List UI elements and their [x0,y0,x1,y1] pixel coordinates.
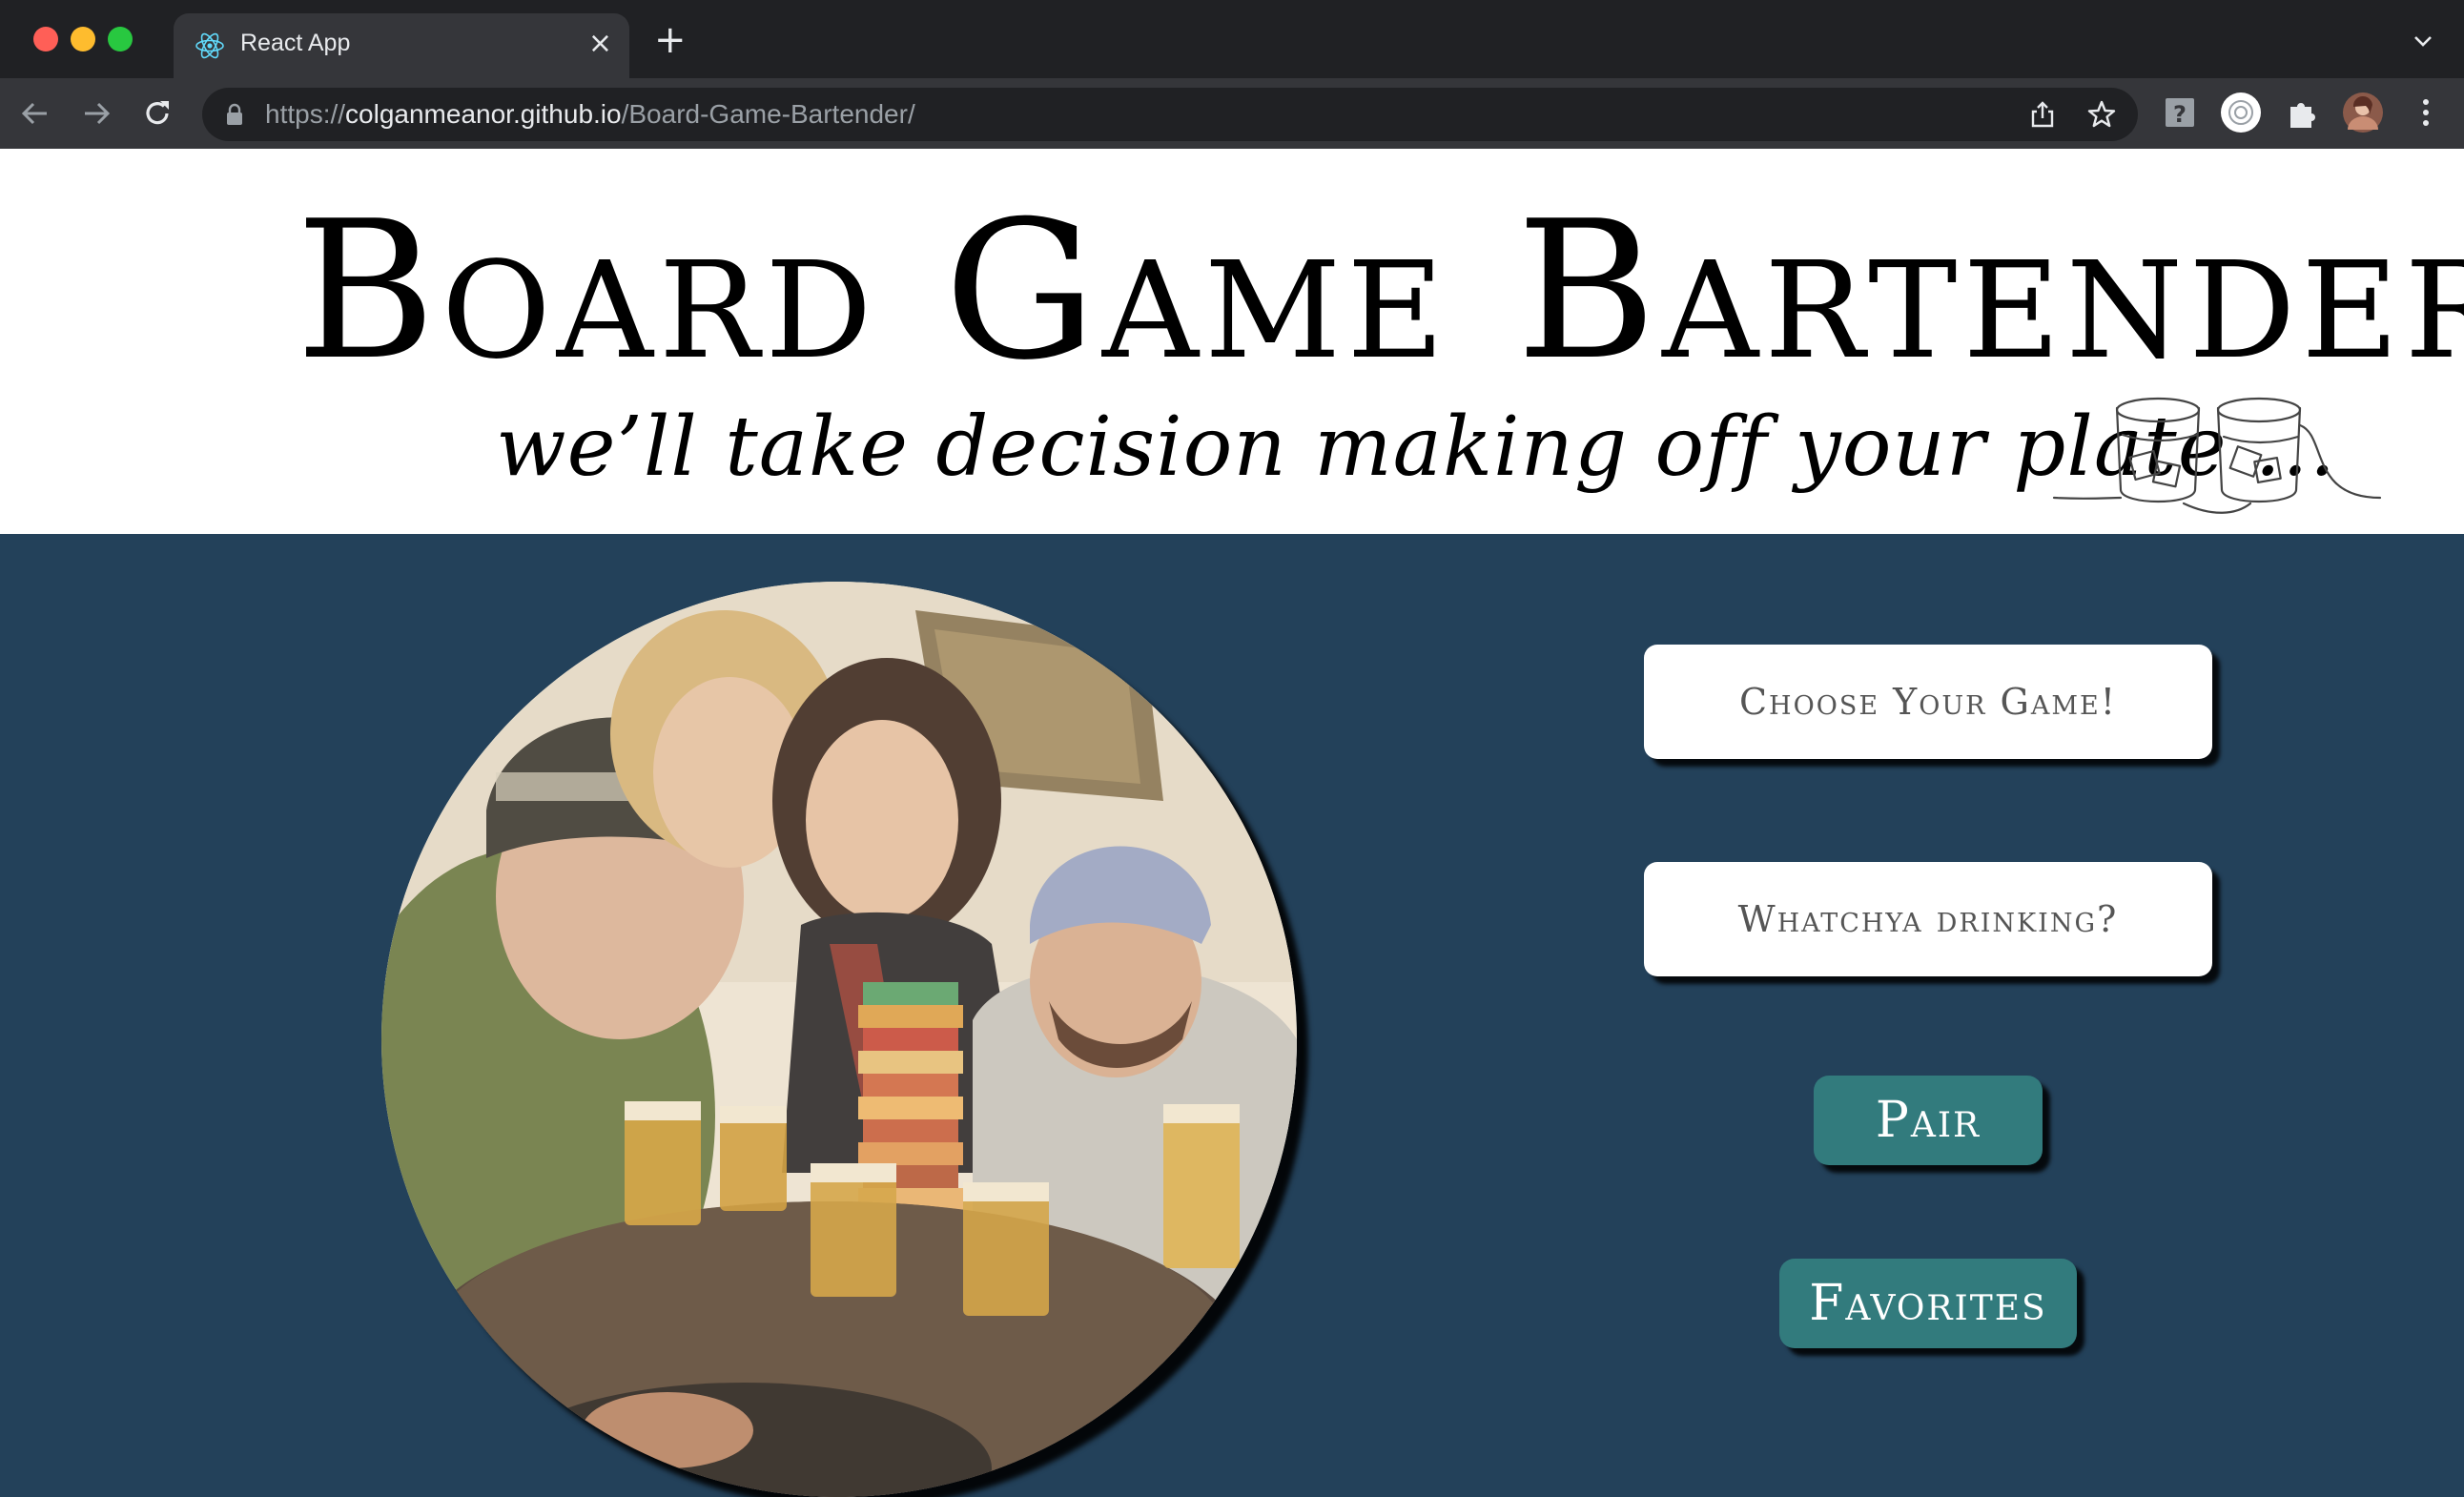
svg-text:?: ? [2173,101,2187,128]
new-tab-button[interactable]: + [654,21,687,59]
drink-select-dropdown[interactable]: Whatchya drinking? [1644,862,2212,976]
browser-toolbar: https://colganmeanor.github.io/Board-Gam… [0,78,2464,149]
url-host: colganmeanor.github.io [345,99,622,129]
game-select-dropdown[interactable]: Choose Your Game! [1644,645,2212,759]
friends-playing-jenga-image [381,582,1297,1497]
url-scheme: https:// [265,99,346,129]
whiskey-glasses-logo [2052,397,2382,514]
chevron-down-icon[interactable] [2411,29,2435,53]
browser-menu-icon[interactable] [2407,93,2445,132]
reload-icon[interactable] [139,95,175,132]
forward-arrow-icon[interactable] [78,95,114,132]
react-icon [195,32,224,59]
maximize-window-button[interactable] [108,27,133,51]
tab-title: React App [240,30,351,56]
page-header: Board Game Bartender we’ll take decision… [0,149,2464,534]
browser-tab[interactable]: React App × [174,13,629,78]
back-arrow-icon[interactable] [17,95,53,132]
bookmark-star-icon[interactable] [2086,99,2117,130]
help-extension-icon[interactable]: ? [2161,93,2199,132]
extension-circle-icon[interactable] [2220,92,2262,133]
address-bar[interactable]: https://colganmeanor.github.io/Board-Gam… [202,88,2138,141]
profile-avatar[interactable] [2342,92,2384,133]
tab-close-icon[interactable]: × [588,27,612,61]
main-content: Choose Your Game! Whatchya drinking? Pai… [0,534,2464,1497]
url-path: /Board-Game-Bartender/ [621,99,915,129]
browser-tab-bar: React App × + [0,0,2464,78]
close-window-button[interactable] [33,27,58,51]
page-title: Board Game Bartender [296,180,2464,402]
lock-icon [227,103,242,125]
pair-button[interactable]: Pair [1814,1076,2043,1165]
puzzle-extensions-icon[interactable] [2283,93,2321,132]
share-icon[interactable] [2027,99,2058,130]
url-text: https://colganmeanor.github.io/Board-Gam… [265,99,915,130]
favorites-button[interactable]: Favorites [1779,1259,2077,1348]
minimize-window-button[interactable] [71,27,95,51]
hero-photo-circle [381,582,1297,1497]
